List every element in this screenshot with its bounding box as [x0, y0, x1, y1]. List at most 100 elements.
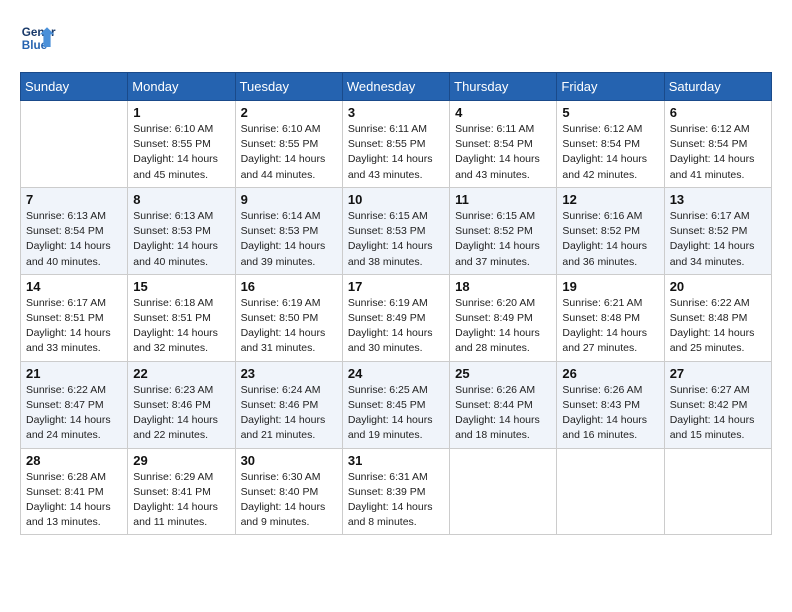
day-info: Sunrise: 6:19 AMSunset: 8:50 PMDaylight:…: [241, 296, 337, 357]
page-header: General Blue: [20, 20, 772, 56]
day-number: 8: [133, 192, 229, 207]
calendar-cell: 29 Sunrise: 6:29 AMSunset: 8:41 PMDayligh…: [128, 448, 235, 535]
day-info: Sunrise: 6:31 AMSunset: 8:39 PMDaylight:…: [348, 470, 444, 531]
day-info: Sunrise: 6:12 AMSunset: 8:54 PMDaylight:…: [670, 122, 766, 183]
day-number: 30: [241, 453, 337, 468]
calendar-cell: 18 Sunrise: 6:20 AMSunset: 8:49 PMDayligh…: [450, 274, 557, 361]
calendar-cell: 26Sunrise: 6:26 AMSunset: 8:43 PMDayligh…: [557, 361, 664, 448]
calendar-header-row: SundayMondayTuesdayWednesdayThursdayFrid…: [21, 73, 772, 101]
day-info: Sunrise: 6:16 AMSunset: 8:52 PMDaylight:…: [562, 209, 658, 270]
day-number: 10: [348, 192, 444, 207]
calendar-week-row: 21 Sunrise: 6:22 AMSunset: 8:47 PMDayligh…: [21, 361, 772, 448]
calendar-cell: 4 Sunrise: 6:11 AMSunset: 8:54 PMDaylight…: [450, 101, 557, 188]
day-number: 21: [26, 366, 122, 381]
day-number: 24: [348, 366, 444, 381]
day-number: 20: [670, 279, 766, 294]
day-number: 7: [26, 192, 122, 207]
day-info: Sunrise: 6:13 AMSunset: 8:53 PMDaylight:…: [133, 209, 229, 270]
day-info: Sunrise: 6:22 AMSunset: 8:48 PMDaylight:…: [670, 296, 766, 357]
weekday-header-thursday: Thursday: [450, 73, 557, 101]
weekday-header-friday: Friday: [557, 73, 664, 101]
day-number: 27: [670, 366, 766, 381]
day-info: Sunrise: 6:10 AMSunset: 8:55 PMDaylight:…: [133, 122, 229, 183]
day-info: Sunrise: 6:15 AMSunset: 8:53 PMDaylight:…: [348, 209, 444, 270]
calendar-cell: 25Sunrise: 6:26 AMSunset: 8:44 PMDayligh…: [450, 361, 557, 448]
calendar-cell: 16 Sunrise: 6:19 AMSunset: 8:50 PMDayligh…: [235, 274, 342, 361]
calendar-cell: 28 Sunrise: 6:28 AMSunset: 8:41 PMDayligh…: [21, 448, 128, 535]
calendar-cell: 3 Sunrise: 6:11 AMSunset: 8:55 PMDaylight…: [342, 101, 449, 188]
day-number: 13: [670, 192, 766, 207]
day-info: Sunrise: 6:14 AMSunset: 8:53 PMDaylight:…: [241, 209, 337, 270]
day-info: Sunrise: 6:21 AMSunset: 8:48 PMDaylight:…: [562, 296, 658, 357]
calendar-cell: 9 Sunrise: 6:14 AMSunset: 8:53 PMDaylight…: [235, 187, 342, 274]
calendar-cell: 8 Sunrise: 6:13 AMSunset: 8:53 PMDaylight…: [128, 187, 235, 274]
day-info: Sunrise: 6:27 AMSunset: 8:42 PMDaylight:…: [670, 383, 766, 444]
calendar-cell: 11 Sunrise: 6:15 AMSunset: 8:52 PMDayligh…: [450, 187, 557, 274]
day-number: 19: [562, 279, 658, 294]
day-info: Sunrise: 6:29 AMSunset: 8:41 PMDaylight:…: [133, 470, 229, 531]
day-info: Sunrise: 6:17 AMSunset: 8:51 PMDaylight:…: [26, 296, 122, 357]
day-info: Sunrise: 6:12 AMSunset: 8:54 PMDaylight:…: [562, 122, 658, 183]
calendar-cell: 13 Sunrise: 6:17 AMSunset: 8:52 PMDayligh…: [664, 187, 771, 274]
day-number: 15: [133, 279, 229, 294]
calendar-cell: 12 Sunrise: 6:16 AMSunset: 8:52 PMDayligh…: [557, 187, 664, 274]
weekday-header-saturday: Saturday: [664, 73, 771, 101]
calendar-table: SundayMondayTuesdayWednesdayThursdayFrid…: [20, 72, 772, 535]
day-number: 11: [455, 192, 551, 207]
day-number: 25: [455, 366, 551, 381]
calendar-cell: 23Sunrise: 6:24 AMSunset: 8:46 PMDayligh…: [235, 361, 342, 448]
day-info: Sunrise: 6:28 AMSunset: 8:41 PMDaylight:…: [26, 470, 122, 531]
day-number: 22: [133, 366, 229, 381]
calendar-cell: 17 Sunrise: 6:19 AMSunset: 8:49 PMDayligh…: [342, 274, 449, 361]
calendar-cell: [664, 448, 771, 535]
day-info: Sunrise: 6:15 AMSunset: 8:52 PMDaylight:…: [455, 209, 551, 270]
day-info: Sunrise: 6:24 AMSunset: 8:46 PMDaylight:…: [241, 383, 337, 444]
calendar-cell: 27 Sunrise: 6:27 AMSunset: 8:42 PMDayligh…: [664, 361, 771, 448]
day-info: Sunrise: 6:10 AMSunset: 8:55 PMDaylight:…: [241, 122, 337, 183]
calendar-cell: [21, 101, 128, 188]
day-number: 9: [241, 192, 337, 207]
calendar-cell: 2 Sunrise: 6:10 AMSunset: 8:55 PMDaylight…: [235, 101, 342, 188]
calendar-cell: 31 Sunrise: 6:31 AMSunset: 8:39 PMDayligh…: [342, 448, 449, 535]
day-info: Sunrise: 6:11 AMSunset: 8:54 PMDaylight:…: [455, 122, 551, 183]
day-number: 3: [348, 105, 444, 120]
calendar-cell: 1Sunrise: 6:10 AMSunset: 8:55 PMDaylight…: [128, 101, 235, 188]
calendar-week-row: 28 Sunrise: 6:28 AMSunset: 8:41 PMDayligh…: [21, 448, 772, 535]
calendar-cell: 7 Sunrise: 6:13 AMSunset: 8:54 PMDaylight…: [21, 187, 128, 274]
logo: General Blue: [20, 20, 56, 56]
weekday-header-sunday: Sunday: [21, 73, 128, 101]
calendar-week-row: 14Sunrise: 6:17 AMSunset: 8:51 PMDayligh…: [21, 274, 772, 361]
day-info: Sunrise: 6:22 AMSunset: 8:47 PMDaylight:…: [26, 383, 122, 444]
calendar-cell: 10 Sunrise: 6:15 AMSunset: 8:53 PMDayligh…: [342, 187, 449, 274]
day-number: 2: [241, 105, 337, 120]
day-number: 4: [455, 105, 551, 120]
day-info: Sunrise: 6:19 AMSunset: 8:49 PMDaylight:…: [348, 296, 444, 357]
day-number: 17: [348, 279, 444, 294]
day-number: 28: [26, 453, 122, 468]
weekday-header-wednesday: Wednesday: [342, 73, 449, 101]
day-number: 12: [562, 192, 658, 207]
day-info: Sunrise: 6:23 AMSunset: 8:46 PMDaylight:…: [133, 383, 229, 444]
calendar-week-row: 7 Sunrise: 6:13 AMSunset: 8:54 PMDaylight…: [21, 187, 772, 274]
day-number: 16: [241, 279, 337, 294]
weekday-header-monday: Monday: [128, 73, 235, 101]
calendar-week-row: 1Sunrise: 6:10 AMSunset: 8:55 PMDaylight…: [21, 101, 772, 188]
day-info: Sunrise: 6:25 AMSunset: 8:45 PMDaylight:…: [348, 383, 444, 444]
calendar-cell: 6Sunrise: 6:12 AMSunset: 8:54 PMDaylight…: [664, 101, 771, 188]
day-info: Sunrise: 6:30 AMSunset: 8:40 PMDaylight:…: [241, 470, 337, 531]
calendar-cell: 19 Sunrise: 6:21 AMSunset: 8:48 PMDayligh…: [557, 274, 664, 361]
calendar-cell: [557, 448, 664, 535]
day-number: 31: [348, 453, 444, 468]
day-number: 5: [562, 105, 658, 120]
weekday-header-tuesday: Tuesday: [235, 73, 342, 101]
calendar-cell: 30 Sunrise: 6:30 AMSunset: 8:40 PMDayligh…: [235, 448, 342, 535]
day-info: Sunrise: 6:13 AMSunset: 8:54 PMDaylight:…: [26, 209, 122, 270]
calendar-cell: 15Sunrise: 6:18 AMSunset: 8:51 PMDayligh…: [128, 274, 235, 361]
calendar-cell: [450, 448, 557, 535]
day-info: Sunrise: 6:20 AMSunset: 8:49 PMDaylight:…: [455, 296, 551, 357]
calendar-cell: 24 Sunrise: 6:25 AMSunset: 8:45 PMDayligh…: [342, 361, 449, 448]
day-info: Sunrise: 6:17 AMSunset: 8:52 PMDaylight:…: [670, 209, 766, 270]
day-number: 18: [455, 279, 551, 294]
day-number: 29: [133, 453, 229, 468]
day-info: Sunrise: 6:11 AMSunset: 8:55 PMDaylight:…: [348, 122, 444, 183]
